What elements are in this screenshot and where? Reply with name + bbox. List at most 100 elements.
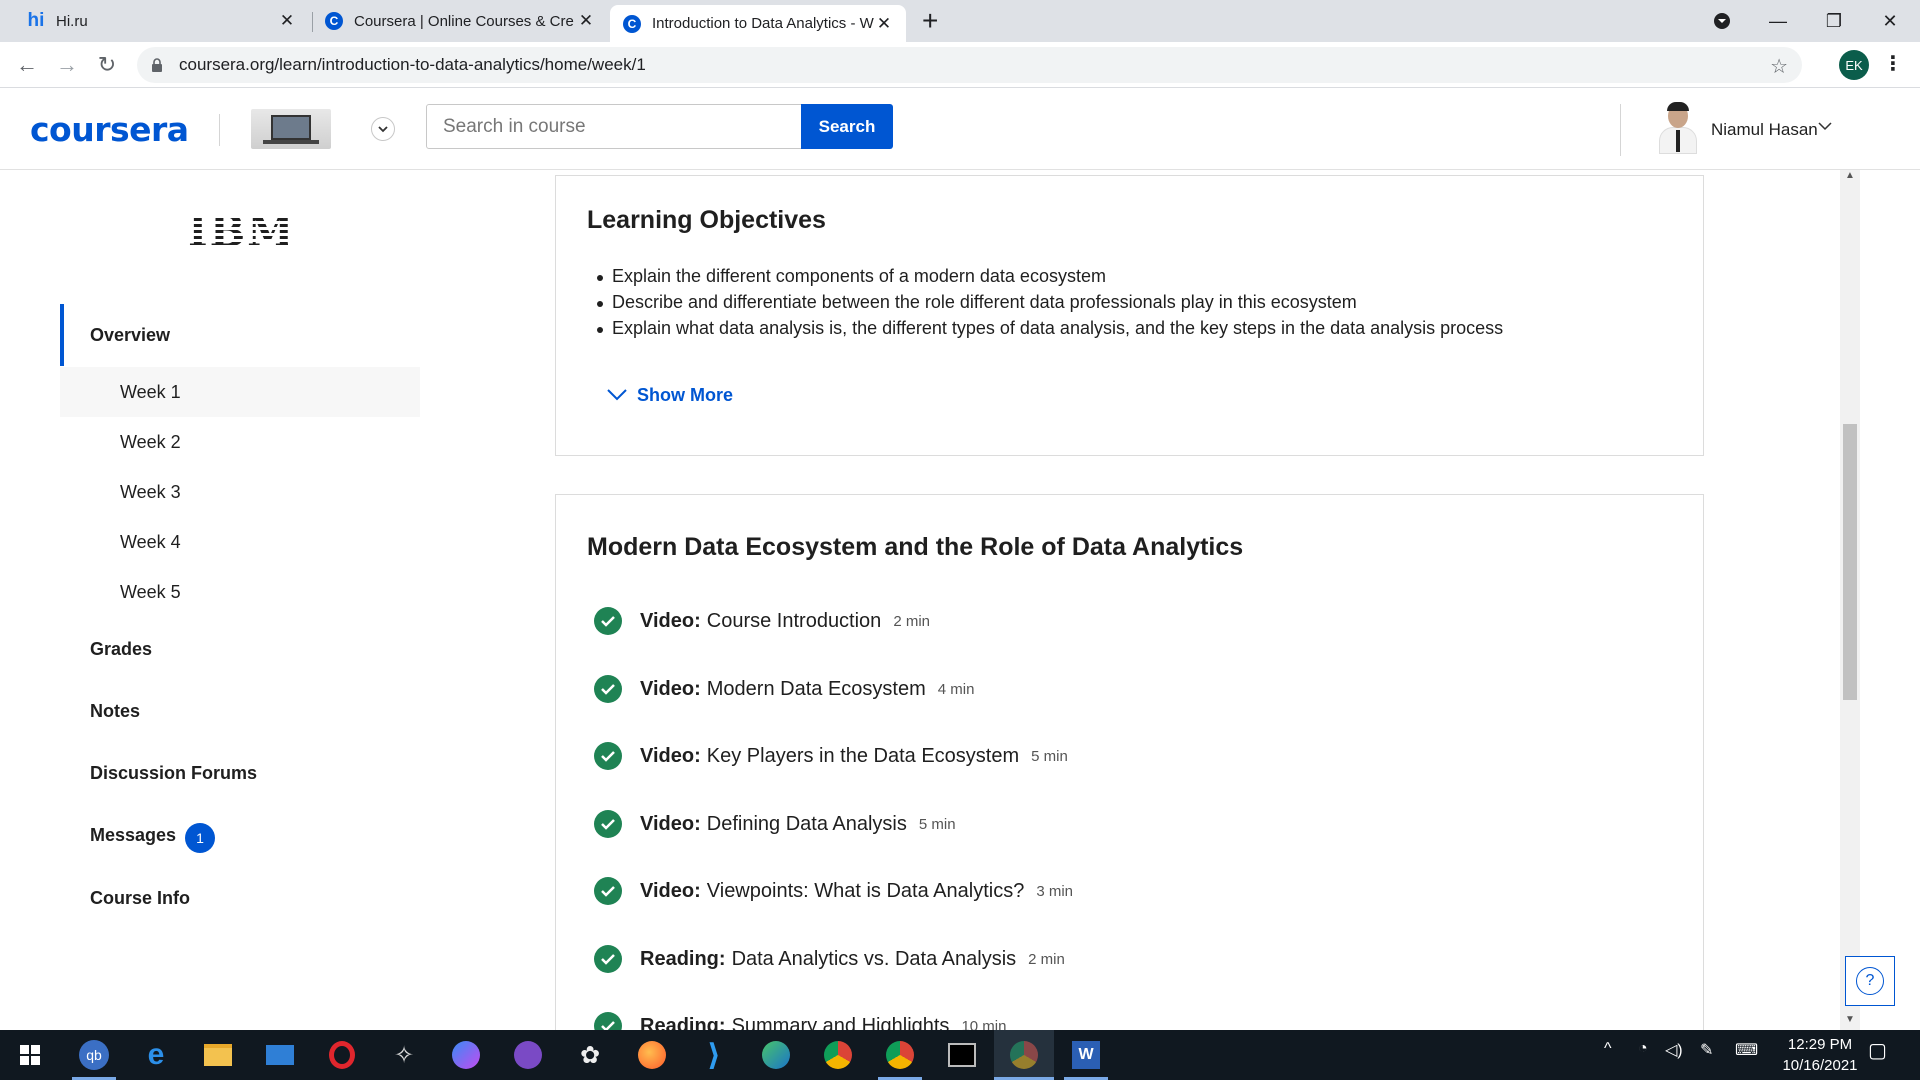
qbittorrent-icon[interactable]: qb [76, 1037, 112, 1073]
minimize-icon[interactable]: — [1748, 0, 1808, 42]
tab-title: Coursera | Online Courses & Cre [354, 12, 574, 30]
clock-time: 12:29 PM [1787, 1036, 1853, 1053]
sidebar-item-course-info[interactable]: Course Info [90, 888, 190, 909]
search-button[interactable]: Search [801, 104, 893, 149]
firefox-icon[interactable] [634, 1037, 670, 1073]
maximize-icon[interactable]: ❐ [1804, 0, 1864, 42]
completed-check-icon [594, 607, 622, 635]
show-more-button[interactable]: Show More [606, 384, 733, 406]
objectives-list: Explain the different components of a mo… [597, 266, 1672, 344]
sidebar-item-week-2[interactable]: Week 2 [60, 417, 420, 467]
sidebar-item-week-3[interactable]: Week 3 [60, 467, 420, 517]
sidebar-item-week-1[interactable]: Week 1 [60, 367, 420, 417]
coursera-icon: C [622, 14, 642, 34]
address-bar[interactable]: coursera.org/learn/introduction-to-data-… [137, 47, 1802, 83]
volume-icon[interactable]: ◁) [1665, 1040, 1683, 1060]
chrome-profile-icon[interactable] [882, 1037, 918, 1073]
close-tab-icon[interactable]: ✕ [576, 11, 596, 31]
lesson-title: Defining Data Analysis [706, 812, 907, 835]
file-explorer-icon[interactable] [200, 1037, 236, 1073]
scroll-up-arrow-icon[interactable]: ▲ [1840, 170, 1860, 186]
sidebar-item-messages[interactable]: Messages [90, 825, 176, 846]
course-search-input[interactable]: Search in course [426, 104, 802, 149]
satellite-icon[interactable]: ✧ [386, 1037, 422, 1073]
tab-data-analytics[interactable]: C Introduction to Data Analytics - W ✕ [610, 5, 906, 42]
pinwheel-app-icon[interactable]: ✿ [572, 1037, 608, 1073]
sidebar-item-overview[interactable]: Overview [90, 325, 170, 346]
vscode-icon[interactable]: ⟩ [696, 1037, 732, 1073]
lesson-type: Video: [640, 609, 701, 632]
bookmark-star-icon[interactable]: ☆ [1770, 54, 1788, 79]
edge-icon[interactable] [758, 1037, 794, 1073]
clock-date: 10/16/2021 [1782, 1057, 1858, 1074]
wifi-icon[interactable]: ◔ [1638, 1040, 1648, 1058]
lesson-duration: 5 min [1031, 747, 1068, 765]
github-icon[interactable] [510, 1037, 546, 1073]
scrollbar-thumb[interactable] [1843, 424, 1857, 700]
tab-search-icon[interactable] [1692, 0, 1752, 42]
help-question-icon: ? [1856, 967, 1884, 995]
show-hidden-icons-chevron-icon[interactable]: ^ [1604, 1040, 1612, 1058]
lesson-item[interactable]: Video: Key Players in the Data Ecosystem… [594, 742, 1068, 770]
opera-icon[interactable] [324, 1037, 360, 1073]
course-sidebar: IBM Overview Week 1 Week 2 Week 3 Week 4… [0, 170, 440, 1030]
objective-item: Explain the different components of a mo… [597, 266, 1672, 292]
messages-count-badge: 1 [185, 823, 215, 853]
lesson-title: Modern Data Ecosystem [706, 677, 926, 700]
word-icon[interactable]: W [1068, 1037, 1104, 1073]
messenger-icon[interactable] [448, 1037, 484, 1073]
taskbar-clock[interactable]: 12:29 PM 10/16/2021 [1770, 1034, 1870, 1076]
terminal-icon[interactable] [944, 1037, 980, 1073]
close-tab-icon[interactable]: ✕ [874, 14, 894, 34]
course-thumbnail[interactable] [251, 109, 331, 149]
course-switcher-chevron-icon[interactable] [371, 117, 395, 141]
keyboard-icon[interactable]: ⌨ [1735, 1040, 1758, 1060]
lesson-item[interactable]: Video: Modern Data Ecosystem 4 min [594, 675, 974, 703]
mail-icon[interactable] [262, 1037, 298, 1073]
lesson-item[interactable]: Video: Defining Data Analysis 5 min [594, 810, 956, 838]
lesson-item[interactable]: Reading: Data Analytics vs. Data Analysi… [594, 945, 1065, 973]
user-name[interactable]: Niamul Hasan [1711, 120, 1818, 140]
sidebar-item-week-4[interactable]: Week 4 [60, 517, 420, 567]
lesson-item[interactable]: Video: Viewpoints: What is Data Analytic… [594, 877, 1073, 905]
close-tab-icon[interactable]: ✕ [277, 11, 297, 31]
lesson-duration: 2 min [1028, 950, 1065, 968]
sidebar-item-notes[interactable]: Notes [90, 701, 140, 722]
module-card: Modern Data Ecosystem and the Role of Da… [555, 494, 1704, 1040]
tab-hi-ru[interactable]: hi Hi.ru ✕ [14, 0, 309, 42]
page-scrollbar[interactable]: ▲ ▼ [1840, 170, 1860, 1030]
back-icon[interactable]: ← [12, 50, 42, 80]
header-divider [219, 114, 220, 146]
sidebar-item-week-5[interactable]: Week 5 [60, 567, 420, 617]
new-tab-icon[interactable]: + [922, 6, 938, 36]
scroll-down-arrow-icon[interactable]: ▼ [1840, 1014, 1860, 1030]
browser-menu-icon[interactable]: ⋮ [1883, 50, 1903, 80]
chrome-icon[interactable] [820, 1037, 856, 1073]
browser-profile-avatar[interactable]: EK [1839, 50, 1869, 80]
hi-icon: hi [27, 10, 45, 31]
edge-legacy-icon[interactable]: e [138, 1037, 174, 1073]
tab-coursera-home[interactable]: C Coursera | Online Courses & Cre ✕ [312, 0, 608, 42]
lesson-title: Course Introduction [706, 609, 882, 632]
completed-check-icon [594, 877, 622, 905]
windows-start-icon[interactable] [12, 1037, 48, 1073]
lesson-title: Viewpoints: What is Data Analytics? [706, 879, 1025, 902]
help-button[interactable]: ? [1845, 956, 1895, 1006]
pen-icon[interactable]: ✎ [1700, 1040, 1713, 1060]
ibm-logo: IBM [188, 207, 296, 256]
notifications-icon[interactable]: ▢ [1868, 1038, 1887, 1063]
url-text: coursera.org/learn/introduction-to-data-… [179, 55, 646, 74]
close-window-icon[interactable]: ✕ [1860, 0, 1920, 42]
user-avatar[interactable] [1655, 102, 1701, 154]
browser-tab-strip: hi Hi.ru ✕ C Coursera | Online Courses &… [0, 0, 1920, 42]
lesson-type: Video: [640, 744, 701, 767]
reload-icon[interactable]: ↻ [92, 50, 122, 80]
lesson-item[interactable]: Video: Course Introduction 2 min [594, 607, 930, 635]
coursera-header: coursera Search in course Search Niamul … [0, 88, 1920, 170]
sidebar-item-grades[interactable]: Grades [90, 639, 152, 660]
learning-objectives-card: Learning Objectives Explain the differen… [555, 175, 1704, 456]
sidebar-item-discussion-forums[interactable]: Discussion Forums [90, 763, 257, 784]
coursera-logo[interactable]: coursera [30, 110, 189, 149]
forward-icon[interactable]: → [52, 50, 82, 80]
chevron-down-icon[interactable] [1818, 118, 1832, 134]
